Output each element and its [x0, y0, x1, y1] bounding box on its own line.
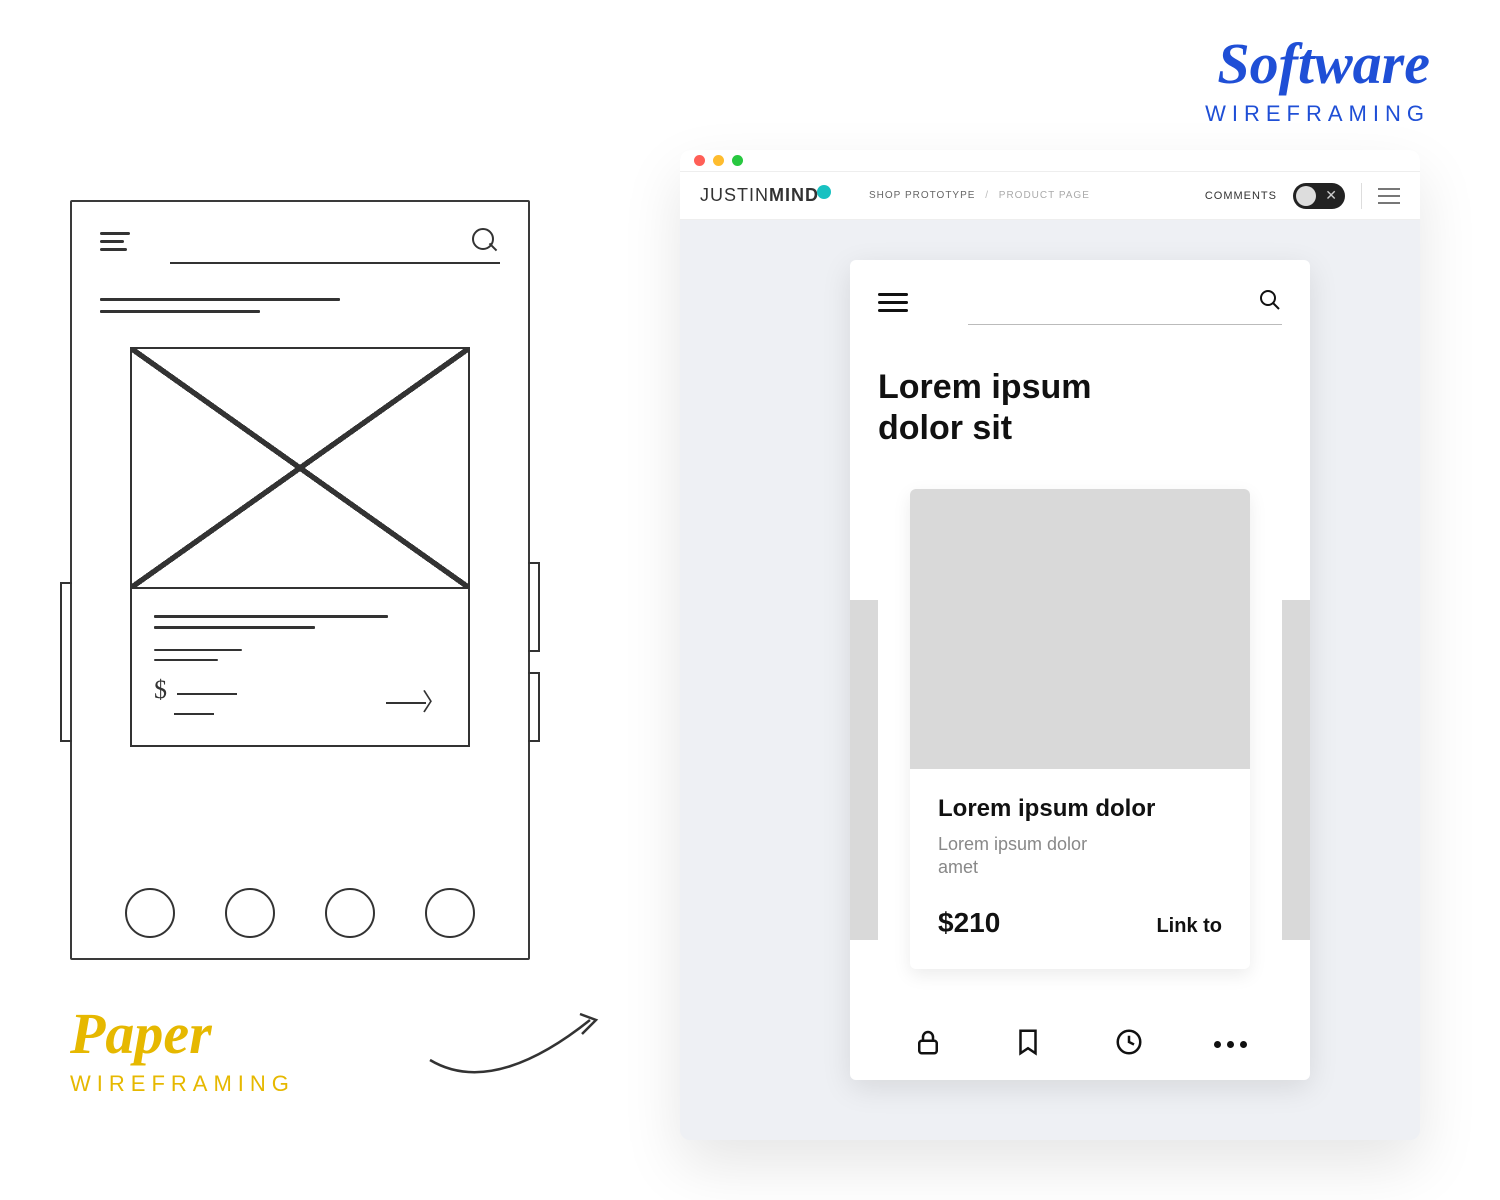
breadcrumb: SHOP PROTOTYPE / PRODUCT PAGE	[869, 190, 1090, 201]
app-window: JUSTINMIND SHOP PROTOTYPE / PRODUCT PAGE…	[680, 150, 1420, 1140]
comments-toggle[interactable]: ✕	[1293, 183, 1345, 209]
software-label-sub: WIREFRAMING	[1205, 101, 1430, 127]
search-icon	[470, 226, 500, 256]
brand-dot-icon	[817, 185, 831, 199]
software-label-title: Software	[1205, 30, 1430, 97]
bottom-nav	[878, 1027, 1282, 1062]
brand-light: JUSTIN	[700, 185, 769, 205]
window-zoom-icon[interactable]	[732, 155, 743, 166]
paper-wireframe: $ 〉	[70, 200, 530, 960]
search-input[interactable]	[968, 288, 1282, 317]
product-title: Lorem ipsum dolor	[938, 795, 1222, 823]
paper-side-nub-right-1	[528, 562, 540, 652]
paper-image-placeholder	[132, 349, 468, 589]
paper-label-title: Paper	[70, 1000, 295, 1067]
paper-label-sub: WIREFRAMING	[70, 1071, 295, 1097]
card-peek-right	[1282, 600, 1310, 940]
product-card[interactable]: Lorem ipsum dolor Lorem ipsum dolor amet…	[910, 489, 1250, 970]
phone-prototype: Lorem ipsum dolor sit Lorem ipsum dolor …	[850, 260, 1310, 1080]
brand-logo: JUSTINMIND	[700, 185, 831, 206]
toolbar-divider	[1361, 183, 1362, 209]
app-toolbar: JUSTINMIND SHOP PROTOTYPE / PRODUCT PAGE…	[680, 172, 1420, 220]
product-link[interactable]: Link to	[1156, 915, 1222, 938]
hamburger-icon	[100, 227, 130, 256]
lock-icon[interactable]	[913, 1027, 943, 1062]
mac-titlebar	[680, 150, 1420, 172]
paper-side-nub-right-2	[528, 672, 540, 742]
search-icon	[1258, 288, 1282, 317]
paper-search-underline	[170, 262, 500, 264]
clock-icon[interactable]	[1114, 1027, 1144, 1062]
transition-arrow-icon	[420, 1000, 610, 1080]
breadcrumb-current: PRODUCT PAGE	[999, 190, 1090, 201]
hamburger-icon[interactable]	[878, 288, 908, 317]
close-icon: ✕	[1325, 187, 1337, 204]
paper-bottom-nav	[100, 888, 500, 938]
paper-title-lines	[100, 298, 500, 313]
window-minimize-icon[interactable]	[713, 155, 724, 166]
paper-link-arrow-icon: 〉	[386, 682, 446, 717]
bookmark-icon[interactable]	[1013, 1027, 1043, 1062]
brand-bold: MIND	[769, 185, 819, 205]
paper-label: Paper WIREFRAMING	[70, 1000, 295, 1097]
breadcrumb-root[interactable]: SHOP PROTOTYPE	[869, 190, 975, 201]
software-label: Software WIREFRAMING	[1205, 30, 1430, 127]
paper-price-symbol: $	[154, 675, 167, 704]
card-peek-left	[850, 600, 878, 940]
paper-phone-frame: $ 〉	[70, 200, 530, 960]
window-close-icon[interactable]	[694, 155, 705, 166]
paper-card: $ 〉	[130, 347, 470, 747]
product-image-placeholder	[910, 489, 1250, 769]
paper-side-nub-left	[60, 582, 72, 742]
product-price: $210	[938, 907, 1000, 939]
page-title: Lorem ipsum dolor sit	[878, 367, 1178, 449]
comments-label: COMMENTS	[1205, 190, 1277, 202]
product-subtitle: Lorem ipsum dolor amet	[938, 833, 1098, 880]
more-icon[interactable]	[1214, 1041, 1247, 1048]
menu-icon[interactable]	[1378, 183, 1400, 209]
